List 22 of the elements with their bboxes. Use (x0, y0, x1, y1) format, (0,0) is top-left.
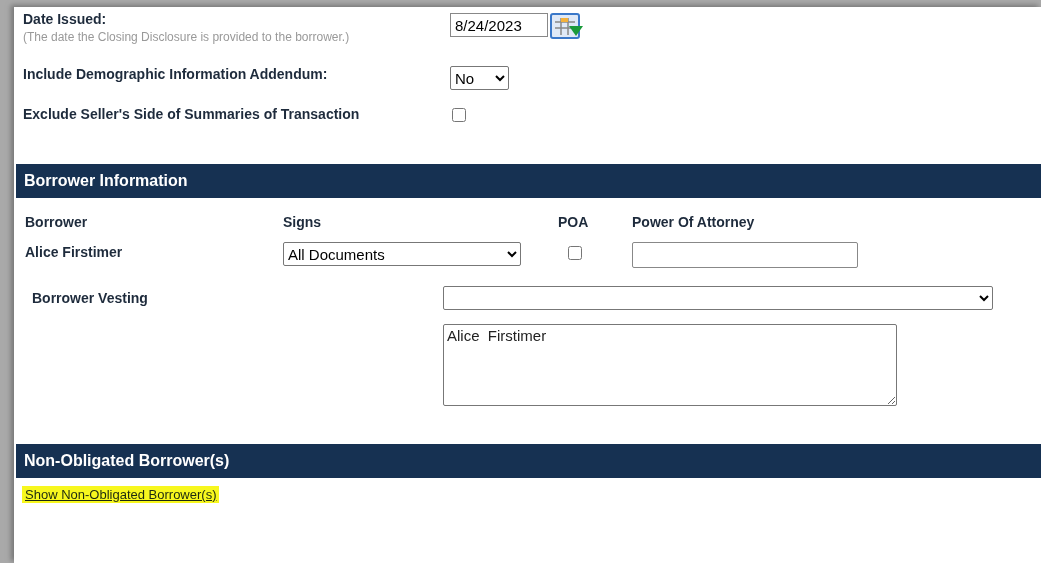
field-label: Include Demographic Information Addendum: (23, 66, 329, 82)
power-of-attorney-field[interactable] (632, 242, 858, 268)
vesting-dropdown[interactable] (443, 286, 993, 310)
field-label: Date Issued: (23, 11, 108, 27)
checkbox[interactable] (452, 108, 466, 122)
borrower-name: Alice Firstimer (25, 244, 124, 260)
section-header: Borrower Information (16, 164, 1041, 198)
addendum-dropdown[interactable]: No (450, 66, 509, 90)
vesting-text-area[interactable]: Alice Firstimer (443, 324, 897, 406)
column-header: Borrower (25, 214, 89, 230)
column-header: Signs (283, 214, 323, 230)
poa-checkbox[interactable] (568, 246, 582, 260)
hint-text: (The date the Closing Disclosure is provided to the borrower.) (23, 30, 351, 44)
show-borrowers-link[interactable]: Show Non-Obligated Borrower(s) (22, 486, 220, 503)
section-header: Non-Obligated Borrower(s) (16, 444, 1041, 478)
column-header: Power Of Attorney (632, 214, 756, 230)
column-header: POA (558, 214, 590, 230)
signs-dropdown[interactable]: All Documents (283, 242, 521, 266)
field-label: Exclude Seller's Side of Summaries of Transaction (23, 106, 361, 122)
calendar-icon[interactable] (550, 13, 584, 39)
date-field[interactable]: 8/24/2023 (450, 13, 548, 37)
field-label: Borrower Vesting (31, 289, 149, 308)
